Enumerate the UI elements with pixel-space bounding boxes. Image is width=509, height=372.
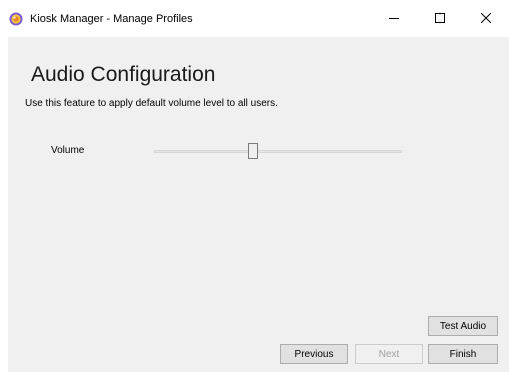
title-bar[interactable]: Kiosk Manager - Manage Profiles xyxy=(0,0,509,36)
window-title: Kiosk Manager - Manage Profiles xyxy=(30,13,193,25)
page-title: Audio Configuration xyxy=(31,63,216,86)
maximize-button[interactable] xyxy=(417,0,463,36)
close-button[interactable] xyxy=(463,0,509,36)
close-icon xyxy=(481,13,491,23)
test-audio-button[interactable]: Test Audio xyxy=(428,316,498,336)
volume-label: Volume xyxy=(51,145,85,156)
page-subtitle: Use this feature to apply default volume… xyxy=(25,98,278,109)
volume-slider-thumb[interactable] xyxy=(248,143,258,159)
maximize-icon xyxy=(435,13,445,23)
next-button[interactable]: Next xyxy=(355,344,423,364)
volume-slider-track[interactable] xyxy=(154,150,402,153)
previous-button[interactable]: Previous xyxy=(280,344,348,364)
minimize-icon xyxy=(389,13,399,23)
minimize-button[interactable] xyxy=(371,0,417,36)
finish-button[interactable]: Finish xyxy=(428,344,498,364)
volume-slider[interactable] xyxy=(154,140,402,162)
app-window: Kiosk Manager - Manage Profiles Audio Co… xyxy=(0,0,509,372)
kiosk-app-icon xyxy=(9,12,23,26)
content-panel: Audio Configuration Use this feature to … xyxy=(8,37,509,372)
